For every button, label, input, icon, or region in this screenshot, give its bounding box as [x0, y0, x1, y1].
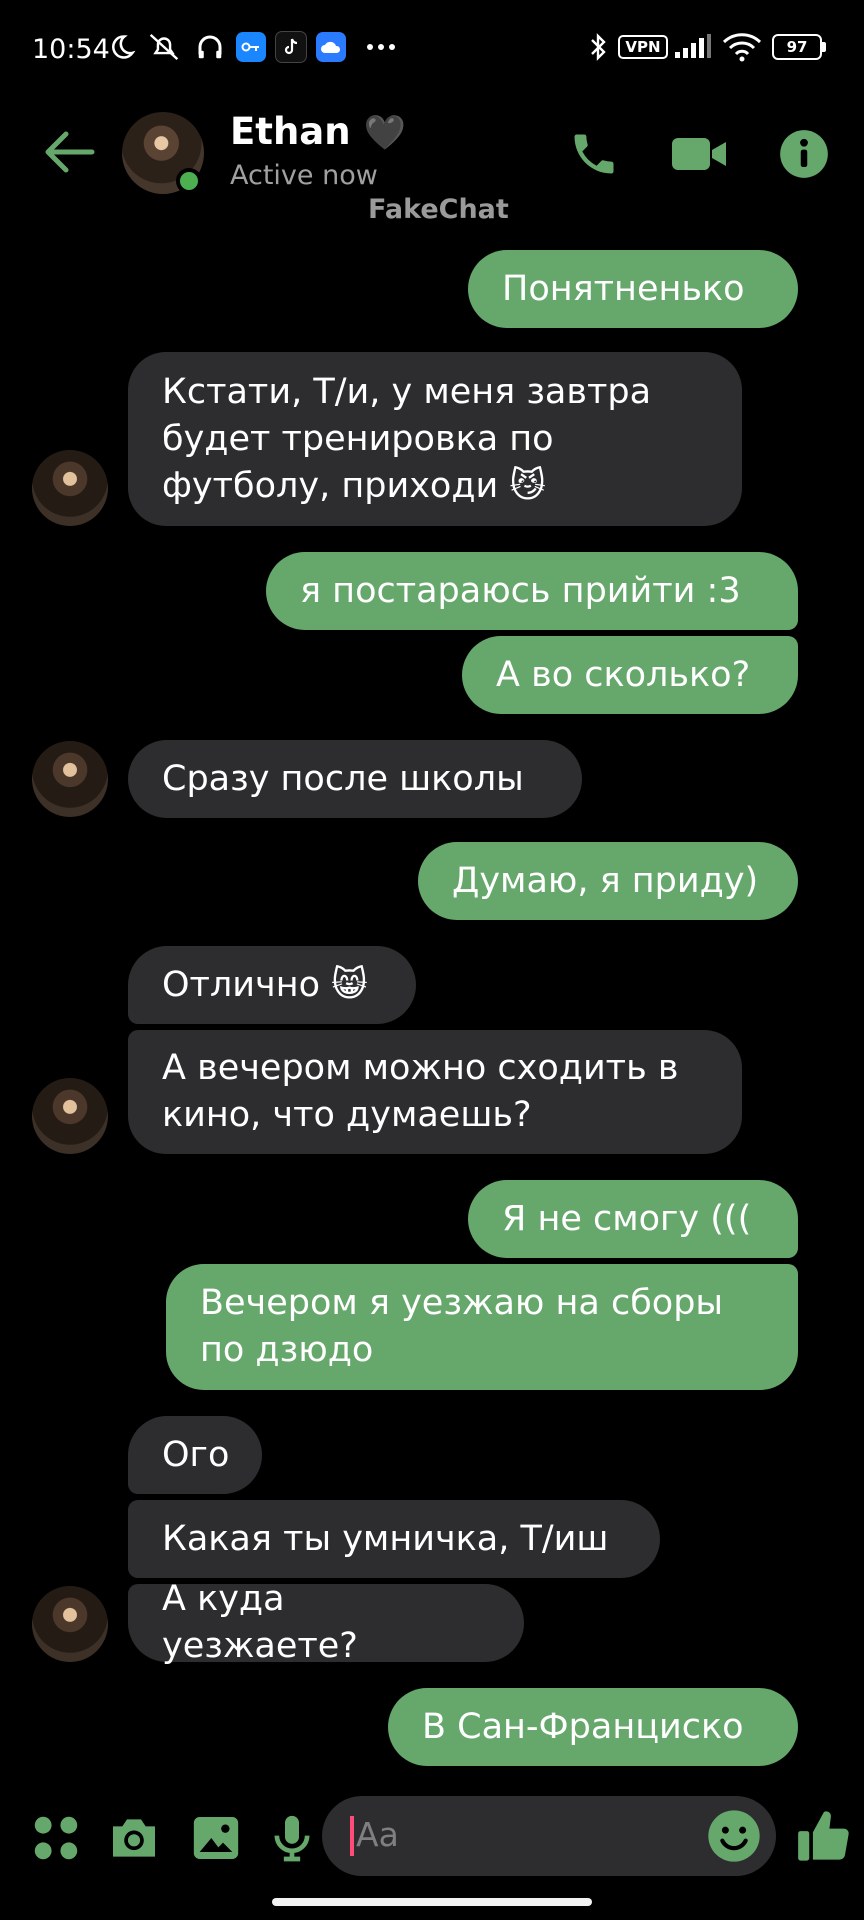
message-bubble-incoming[interactable]: Сразу после школы [128, 740, 582, 818]
sender-avatar[interactable] [32, 450, 108, 526]
mute-bell-icon [144, 30, 184, 64]
phone-icon [574, 134, 614, 174]
black-heart-emoji: 🖤 [363, 113, 406, 153]
info-icon [780, 130, 828, 178]
contact-status: Active now [230, 160, 378, 191]
vpn-badge: VPN [618, 30, 668, 64]
home-indicator[interactable] [272, 1898, 592, 1906]
emoji-icon [708, 1810, 760, 1862]
sender-avatar[interactable] [32, 741, 108, 817]
message-bubble-outgoing[interactable]: Я не смогу ((( [468, 1180, 798, 1258]
message-bubble-outgoing[interactable]: В Сан-Франциско [388, 1688, 798, 1766]
like-button[interactable] [794, 1804, 854, 1868]
voice-button[interactable] [264, 1810, 320, 1866]
sender-avatar[interactable] [32, 1586, 108, 1662]
message-bubble-incoming[interactable]: Кстати, Т/и, у меня завтра будет трениро… [128, 352, 742, 526]
sender-avatar[interactable] [32, 1078, 108, 1154]
cloud-app-icon [314, 30, 348, 64]
video-icon [672, 138, 726, 170]
thumbs-up-icon [798, 1811, 849, 1861]
mic-icon [274, 1815, 310, 1862]
moon-icon [106, 30, 138, 64]
key-app-icon [234, 30, 268, 64]
message-bubble-outgoing[interactable]: я постараюсь прийти :3 [266, 552, 798, 630]
apps-button[interactable] [28, 1810, 84, 1866]
signal-icon [672, 30, 714, 64]
message-bubble-outgoing[interactable]: Вечером я уезжаю на сборы по дзюдо [166, 1264, 798, 1390]
headphones-icon [192, 30, 228, 64]
watermark: FakeChat [368, 194, 509, 225]
message-bubble-outgoing[interactable]: Думаю, я приду) [418, 842, 798, 920]
message-bubble-incoming[interactable]: Отлично 😸 [128, 946, 416, 1024]
message-bubble-incoming[interactable]: А вечером можно сходить в кино, что дума… [128, 1030, 742, 1154]
message-bubble-incoming[interactable]: Ого [128, 1416, 262, 1494]
wifi-icon [720, 30, 764, 64]
more-dots-icon [364, 30, 398, 64]
camera-button[interactable] [106, 1810, 162, 1866]
call-button[interactable] [566, 128, 626, 180]
tiktok-icon [274, 30, 308, 64]
contact-name[interactable]: Ethan 🖤 [230, 110, 406, 153]
bluetooth-icon [584, 30, 612, 64]
back-button[interactable] [40, 128, 96, 176]
status-time: 10:54 [32, 34, 110, 65]
battery-icon: 97 [770, 30, 828, 64]
status-bar: 10:54 VPN 97 [0, 0, 864, 100]
gallery-button[interactable] [188, 1810, 244, 1866]
battery-level: 97 [772, 34, 822, 60]
apps-icon [34, 1816, 78, 1860]
message-bubble-incoming[interactable]: Какая ты умничка, Т/иш [128, 1500, 660, 1578]
info-button[interactable] [778, 128, 838, 180]
online-indicator [176, 168, 202, 194]
camera-icon [113, 1819, 155, 1857]
message-bubble-incoming[interactable]: А куда уезжаете? [128, 1579, 524, 1666]
gallery-icon [193, 1817, 239, 1859]
message-bubble-outgoing[interactable]: А во сколько? [462, 636, 798, 714]
video-call-button[interactable] [670, 128, 730, 180]
message-bubble-outgoing[interactable]: Понятненько [468, 250, 798, 328]
emoji-button[interactable] [706, 1808, 762, 1864]
back-arrow-icon [45, 131, 95, 173]
message-input-placeholder: Aa [356, 1815, 399, 1854]
text-cursor [350, 1816, 354, 1856]
